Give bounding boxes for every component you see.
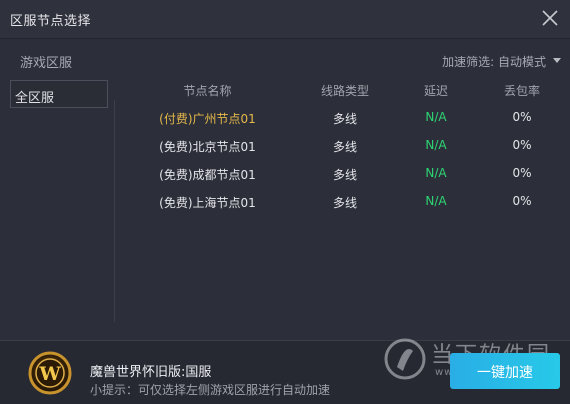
line-type: 多线: [332, 168, 357, 182]
node-name: (付费)广州节点01: [159, 112, 256, 126]
sidebar-title: 游戏区服: [20, 56, 73, 71]
header-node-name: 节点名称: [183, 84, 232, 98]
logo-letter: W: [38, 363, 61, 385]
watermark-logo-icon: [384, 338, 426, 380]
latency: N/A: [425, 166, 447, 180]
one-click-accelerate-button[interactable]: 一键加速: [450, 353, 560, 389]
filter-label: 加速筛选: 自动模式: [442, 55, 546, 69]
latency: N/A: [425, 138, 447, 152]
wow-logo-icon: W: [28, 351, 72, 395]
table-row[interactable]: (免费)成都节点01 多线 N/A 0%: [120, 162, 560, 186]
footer-bar: W 魔兽世界怀旧版:国服 小提示：可仅选择左侧游戏区服进行自动加速 当下软件园 …: [0, 338, 570, 404]
sidebar-item-label: 全区服: [15, 91, 55, 106]
tip-text: 小提示：可仅选择左侧游戏区服进行自动加速: [90, 383, 331, 397]
node-name: (免费)成都节点01: [159, 168, 256, 182]
title-bar: 区服节点选择: [0, 0, 570, 38]
line-type: 多线: [332, 112, 357, 126]
latency: N/A: [425, 110, 447, 124]
caret-down-icon: [553, 58, 561, 63]
packet-loss: 0%: [512, 194, 532, 208]
table-row[interactable]: (付费)广州节点01 多线 N/A 0%: [120, 106, 560, 130]
node-select-dialog: 区服节点选择 游戏区服 全区服 加速筛选: 自动模式 节点名称 线路类型 延迟 …: [0, 0, 570, 404]
header-packet-loss: 丢包率: [503, 84, 540, 98]
game-name: 魔兽世界怀旧版:国服: [90, 365, 212, 380]
dialog-title: 区服节点选择: [10, 14, 92, 29]
table-row[interactable]: (免费)北京节点01 多线 N/A 0%: [120, 134, 560, 158]
sidebar-divider: [114, 100, 115, 322]
header-line-type: 线路类型: [320, 84, 369, 98]
title-divider: [0, 38, 570, 39]
packet-loss: 0%: [512, 110, 532, 124]
packet-loss: 0%: [512, 138, 532, 152]
header-latency: 延迟: [423, 84, 448, 98]
latency: N/A: [425, 194, 447, 208]
node-name: (免费)北京节点01: [159, 140, 256, 154]
close-icon: [542, 10, 558, 26]
line-type: 多线: [332, 140, 357, 154]
node-name: (免费)上海节点01: [159, 196, 256, 210]
sidebar-item-all-servers[interactable]: 全区服: [10, 80, 108, 108]
accelerate-label: 一键加速: [477, 365, 533, 381]
packet-loss: 0%: [512, 166, 532, 180]
accel-filter-dropdown[interactable]: 加速筛选: 自动模式: [442, 53, 561, 70]
close-button[interactable]: [540, 8, 560, 28]
table-row[interactable]: (免费)上海节点01 多线 N/A 0%: [120, 190, 560, 214]
line-type: 多线: [332, 196, 357, 210]
